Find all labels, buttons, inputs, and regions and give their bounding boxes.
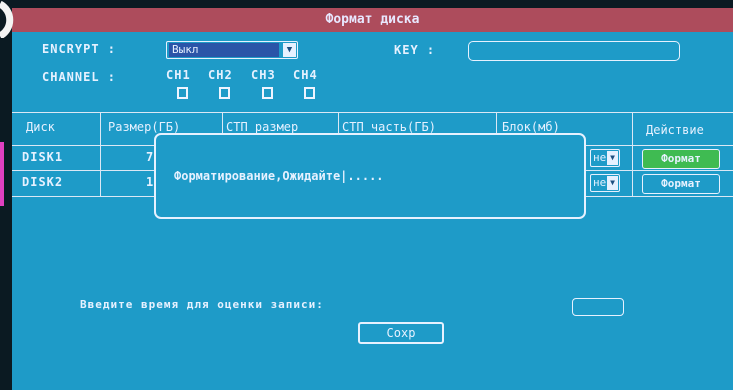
- record-estimate-label: Введите время для оценки записи:: [80, 298, 324, 311]
- format-button[interactable]: Формат: [642, 149, 720, 169]
- channel-checkbox-2[interactable]: [219, 87, 230, 99]
- channel-name-4: CH4: [293, 68, 318, 82]
- table-row-size: 1: [146, 175, 155, 189]
- table-row-disk: DISK2: [22, 175, 64, 189]
- window-title: Формат диска: [12, 8, 733, 32]
- channel-name-2: CH2: [208, 68, 233, 82]
- encrypt-select[interactable]: Выкл ▼: [166, 41, 298, 59]
- col-header-disk: Диск: [26, 120, 55, 134]
- block-select-value: не: [593, 176, 607, 189]
- chevron-down-icon: ▼: [607, 151, 618, 165]
- table-row-disk: DISK1: [22, 150, 64, 164]
- side-marker: [0, 142, 4, 206]
- block-select[interactable]: не ▼: [590, 174, 620, 192]
- table-row-size: 7: [146, 150, 155, 164]
- col-header-action: Действие: [646, 123, 704, 137]
- key-label: KEY :: [394, 43, 436, 57]
- record-time-input[interactable]: [572, 298, 624, 316]
- channel-checkbox-1[interactable]: [177, 87, 188, 99]
- col-header-size: Размер(ГБ): [108, 120, 181, 134]
- col-header-block: Блок(мб): [502, 120, 560, 134]
- channel-name-1: CH1: [166, 68, 191, 82]
- table-line: [632, 112, 633, 196]
- dvr-screen: Формат диска ENCRYPT : Выкл ▼ KEY : CHAN…: [12, 8, 733, 390]
- channel-label: CHANNEL :: [42, 70, 117, 84]
- chevron-down-icon: ▼: [283, 43, 296, 57]
- encrypt-value: Выкл: [169, 43, 279, 57]
- block-select[interactable]: не ▼: [590, 149, 620, 167]
- formatting-dialog: Форматирование,Ожидайте|.....: [154, 133, 586, 219]
- format-button[interactable]: Формат: [642, 174, 720, 194]
- channel-checkbox-3[interactable]: [262, 87, 273, 99]
- table-line: [100, 112, 101, 196]
- encrypt-label: ENCRYPT :: [42, 42, 117, 56]
- channel-checkbox-4[interactable]: [304, 87, 315, 99]
- save-button[interactable]: Сохр: [358, 322, 444, 344]
- key-input[interactable]: [468, 41, 680, 61]
- block-select-value: не: [593, 151, 607, 164]
- col-header-stp-size: СТП размер: [226, 120, 299, 134]
- table-line: [12, 112, 733, 113]
- chevron-down-icon: ▼: [607, 176, 618, 190]
- logo-icon: [0, 0, 14, 38]
- col-header-stp-part: СТП часть(ГБ): [342, 120, 436, 134]
- dialog-message: Форматирование,Ожидайте|.....: [174, 169, 384, 183]
- channel-name-3: CH3: [251, 68, 276, 82]
